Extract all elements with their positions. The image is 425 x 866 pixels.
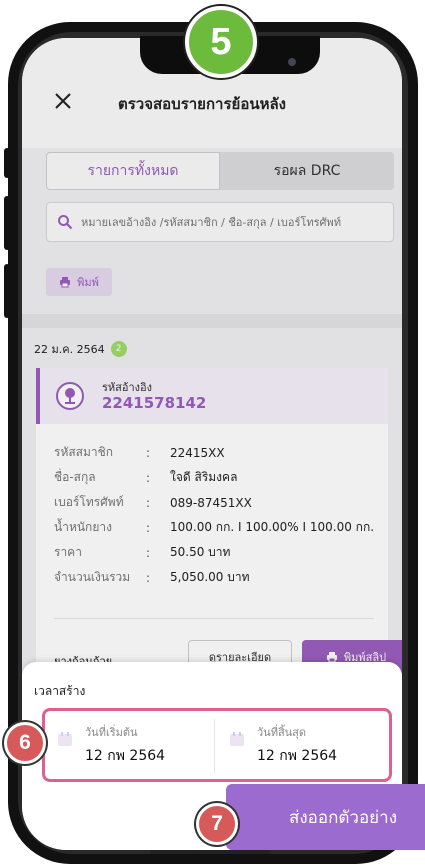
group-date: 22 ม.ค. 2564 [34, 343, 105, 356]
sheet-title: เวลาสร้าง [34, 684, 86, 698]
mute-switch [4, 148, 10, 178]
print-button[interactable]: พิมพ์ [46, 268, 112, 296]
detail-row: เบอร์โทรศัพท์: 089-87451XX [54, 490, 374, 515]
count-badge: 2 [110, 341, 127, 357]
detail-value: ใจดี สิริมงคล [170, 470, 238, 484]
detail-colon: : [146, 520, 151, 535]
step-marker-5: 5 [185, 6, 257, 78]
rubber-tree-icon [56, 382, 84, 410]
detail-value: 100.00 กก. I 100.00% I 100.00 กก. [170, 520, 375, 534]
tab-bar: รายการทั้งหมด รอผล DRC [46, 152, 394, 190]
detail-row: ราคา: 50.50 บาท [54, 540, 374, 565]
step-marker-7: 7 [196, 803, 238, 845]
start-date-value: 12 กพ 2564 [85, 748, 166, 764]
app-screen: ตรวจสอบรายการย้อนหลัง รายการทั้งหมด รอผล… [22, 38, 402, 850]
calendar-icon [230, 732, 244, 746]
detail-colon: : [146, 570, 151, 585]
end-date-value: 12 กพ 2564 [257, 748, 338, 764]
export-sample-button[interactable]: ส่งออกตัวอย่าง [226, 784, 425, 850]
detail-row: น้ำหนักยาง: 100.00 กก. I 100.00% I 100.00… [54, 515, 374, 540]
camera-icon [288, 58, 296, 66]
detail-value: 089-87451XX [170, 495, 252, 510]
detail-label: ราคา [54, 545, 82, 559]
detail-label: น้ำหนักยาง [54, 520, 112, 534]
detail-value: 50.50 บาท [170, 545, 231, 559]
detail-colon: : [146, 470, 151, 485]
detail-row: จำนวนเงินรวม: 5,050.00 บาท [54, 565, 374, 590]
start-date-label: วันที่เริ่มต้น [85, 726, 138, 739]
detail-label: รหัสสมาชิก [54, 445, 114, 459]
detail-colon: : [146, 445, 151, 460]
detail-value: 22415XX [170, 445, 225, 460]
tab-pending-drc[interactable]: รอผล DRC [220, 152, 394, 190]
card-divider [54, 618, 374, 619]
search-input[interactable] [81, 215, 391, 229]
end-date-label: วันที่สิ้นสุด [257, 726, 307, 739]
card-header: รหัสอ้างอิง 2241578142 [36, 368, 388, 424]
printer-icon [60, 277, 71, 288]
page-title: ตรวจสอบรายการย้อนหลัง [118, 95, 286, 113]
volume-up-button [4, 196, 10, 250]
detail-row: รหัสสมาชิก: 22415XX [54, 440, 374, 465]
home-indicator [150, 850, 270, 854]
volume-down-button [4, 264, 10, 318]
ref-value: 2241578142 [102, 394, 207, 412]
detail-value: 5,050.00 บาท [170, 570, 250, 584]
step-marker-6: 6 [4, 722, 46, 764]
date-group-header: 22 ม.ค. 2564 2 [34, 340, 127, 358]
print-label: พิมพ์ [77, 276, 99, 289]
date-range-picker: วันที่เริ่มต้น 12 กพ 2564 วันที่สิ้นสุด … [42, 708, 392, 782]
detail-colon: : [146, 495, 151, 510]
detail-row: ชื่อ-สกุล: ใจดี สิริมงคล [54, 465, 374, 490]
start-date-field[interactable]: วันที่เริ่มต้น 12 กพ 2564 [51, 719, 215, 773]
end-date-field[interactable]: วันที่สิ้นสุด 12 กพ 2564 [223, 719, 387, 773]
detail-colon: : [146, 545, 151, 560]
detail-label: ชื่อ-สกุล [54, 470, 96, 484]
detail-label: จำนวนเงินรวม [54, 570, 131, 584]
search-icon [58, 215, 73, 230]
section-divider [22, 314, 402, 328]
search-bar[interactable] [46, 202, 394, 242]
card-details: รหัสสมาชิก: 22415XX ชื่อ-สกุล: ใจดี สิริมง… [54, 440, 374, 590]
tab-all[interactable]: รายการทั้งหมด [46, 152, 220, 190]
close-icon[interactable] [52, 90, 74, 112]
detail-label: เบอร์โทรศัพท์ [54, 495, 124, 509]
calendar-icon [58, 732, 72, 746]
